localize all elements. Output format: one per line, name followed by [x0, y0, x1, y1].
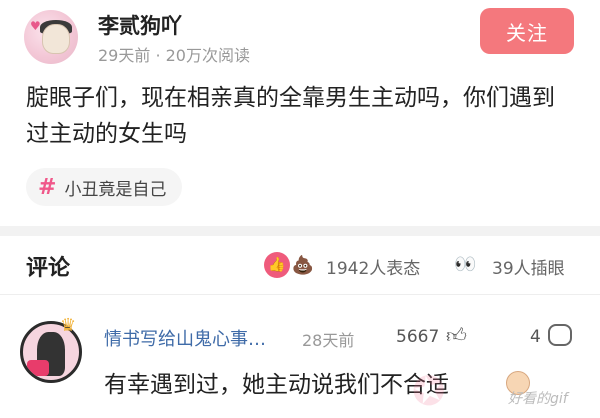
pink-stamp-icon: ✪ — [407, 365, 451, 418]
comment-text: 有幸遇到过，她主动说我们不合适 — [104, 372, 449, 398]
topic-tag[interactable]: # 小丑竟是自己 — [26, 168, 183, 206]
comment-like-count: 5667 — [396, 327, 440, 347]
comments-header: 评论 👍 💩 1942人表态 👀 39人插眼 — [0, 236, 600, 294]
avatar-face — [42, 24, 70, 54]
comments-title: 评论 — [26, 256, 71, 281]
post-header: ♥ 李贰狗吖 29天前 · 20万次阅读 关注 — [0, 0, 600, 72]
reaction-icons[interactable]: 👍 💩 — [264, 252, 320, 278]
author-name[interactable]: 李贰狗吖 — [98, 10, 182, 40]
thumb-up-icon[interactable]: 👍︎ — [446, 323, 467, 348]
author-avatar[interactable]: ♥ — [24, 10, 78, 64]
section-divider — [0, 226, 600, 236]
post-meta: 29天前 · 20万次阅读 — [98, 46, 250, 65]
follow-button[interactable]: 关注 — [480, 8, 574, 54]
insert-eye-count[interactable]: 39人插眼 — [492, 254, 565, 279]
like-icon: 👍 — [264, 252, 290, 278]
crown-icon: ♛ — [60, 315, 77, 336]
post-text: 腚眼子们，现在相亲真的全靠男生主动吗，你们遇到过主动的女生吗 — [26, 85, 555, 147]
watermark: 好看的gif — [508, 391, 568, 407]
poop-icon: 💩 — [291, 255, 315, 276]
hash-icon: # — [38, 174, 57, 200]
avatar-badge — [27, 360, 49, 376]
reaction-count[interactable]: 1942人表态 — [326, 254, 420, 279]
comment-reply-count: 4 — [530, 327, 541, 347]
commenter-name[interactable]: 情书写给山鬼心事… — [104, 325, 266, 351]
topic-tag-label: 小丑竟是自己 — [64, 179, 167, 200]
eyes-icon[interactable]: 👀 — [454, 254, 486, 276]
comment-time: 28天前 — [302, 331, 355, 350]
reply-icon[interactable] — [548, 324, 572, 346]
